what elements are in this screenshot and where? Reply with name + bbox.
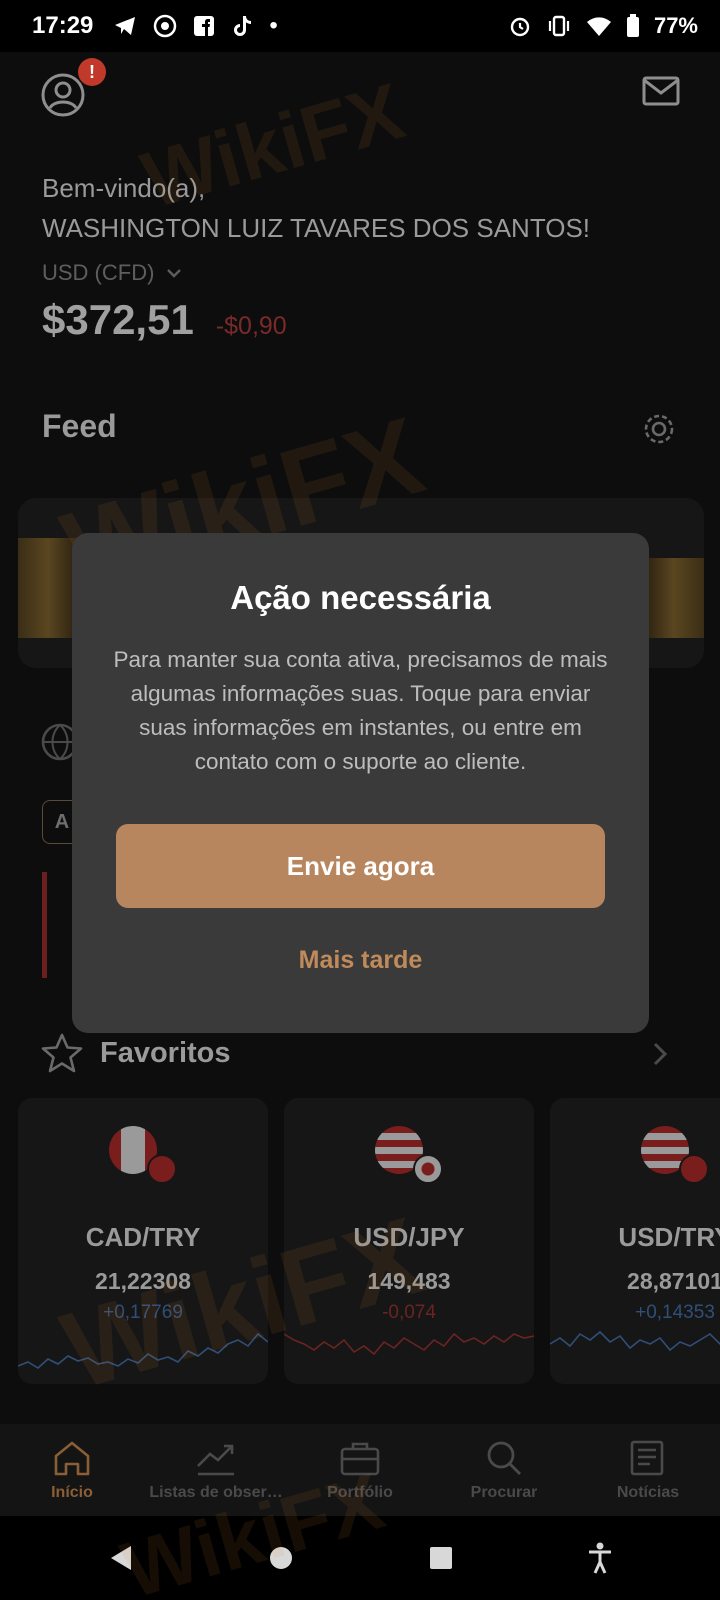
turkey-flag-icon (147, 1154, 177, 1184)
star-icon (41, 1033, 83, 1073)
alarm-icon (510, 17, 530, 37)
favorite-card-cad-try[interactable]: CAD/TRY 21,22308 +0,17769 (18, 1098, 268, 1384)
turkey-flag-icon (679, 1154, 709, 1184)
nav-item-home[interactable]: Início (0, 1424, 144, 1516)
welcome-message: Bem-vindo(a), WASHINGTON LUIZ TAVARES DO… (42, 168, 590, 248)
japan-flag-icon (413, 1154, 443, 1184)
nav-item-news[interactable]: Notícias (576, 1424, 720, 1516)
battery-icon (626, 14, 639, 37)
welcome-user-name: WASHINGTON LUIZ TAVARES DOS SANTOS! (42, 213, 591, 243)
welcome-greeting: Bem-vindo(a), (42, 173, 206, 203)
notification-icons: • (113, 12, 278, 40)
gold-bar-image (644, 558, 704, 638)
balance-change: -$0,90 (215, 312, 287, 340)
gear-icon[interactable] (642, 412, 676, 446)
facebook-icon (194, 16, 215, 36)
briefcase-icon (340, 1442, 380, 1476)
nav-item-portfolio[interactable]: Portfólio (288, 1424, 432, 1516)
dialog-message: Para manter sua conta ativa, precisamos … (113, 647, 608, 774)
telegram-icon (115, 17, 136, 35)
sparkline-chart (284, 1332, 534, 1356)
nav-label: Procurar (470, 1484, 538, 1501)
vibrate-icon (548, 15, 570, 37)
nav-label: Início (51, 1484, 93, 1501)
system-navigation-bar (0, 1516, 720, 1600)
pair-name: USD/JPY (353, 1222, 465, 1252)
favorites-carousel: CAD/TRY 21,22308 +0,17769 USD/JPY 149,48… (18, 1098, 720, 1384)
balance-amount: $372,51 (42, 296, 194, 343)
favorite-card-usd-jpy[interactable]: USD/JPY 149,483 -0,074 (284, 1098, 534, 1384)
nav-label: Notícias (616, 1484, 680, 1501)
news-icon (630, 1440, 664, 1476)
accessibility-icon[interactable] (587, 1542, 613, 1574)
nav-label: Listas de obser… (149, 1484, 283, 1501)
battery-percent: 77% (653, 13, 698, 38)
home-circle-icon[interactable] (268, 1545, 294, 1571)
chrome-icon (154, 14, 177, 38)
chevron-down-icon (167, 269, 182, 278)
wifi-icon (586, 17, 611, 36)
pair-price: 28,87101 (627, 1268, 720, 1294)
favorites-header[interactable]: Favoritos (40, 1032, 231, 1074)
pair-name: USD/TRY (618, 1222, 720, 1252)
pair-price: 149,483 (367, 1268, 451, 1294)
send-now-button[interactable]: Envie agora (116, 824, 605, 908)
status-time: 17:29 (32, 12, 94, 39)
sparkline-chart (18, 1332, 268, 1369)
chevron-right-icon[interactable] (650, 1040, 670, 1068)
top-bar: ! (40, 58, 680, 122)
feed-title: Feed (42, 408, 117, 444)
nav-item-search[interactable]: Procurar (432, 1424, 576, 1516)
system-icons: 77% (508, 13, 698, 39)
home-icon (54, 1441, 90, 1476)
favorite-card-usd-try[interactable]: USD/TRY 28,87101 +0,14353 (550, 1098, 720, 1384)
nav-item-watchlists[interactable]: Listas de obser… (144, 1424, 288, 1516)
bottom-navigation: Início Listas de obser… Portfólio Procur… (0, 1424, 720, 1516)
sparkline-chart (550, 1330, 720, 1352)
account-balance: $372,51 -$0,90 (42, 296, 287, 344)
pair-name: CAD/TRY (85, 1222, 201, 1252)
account-currency-selector[interactable]: USD (CFD) (42, 260, 182, 286)
gold-bars-image (18, 538, 78, 638)
mail-icon[interactable] (642, 76, 680, 106)
action-required-dialog: Ação necessária Para manter sua conta at… (72, 533, 649, 1033)
negative-indicator-bar (42, 872, 47, 978)
recents-icon[interactable] (428, 1545, 454, 1571)
pair-price: 21,22308 (95, 1268, 191, 1294)
more-notifications-dot: • (269, 12, 278, 39)
later-button[interactable]: Mais tarde (72, 946, 649, 975)
account-currency-label: USD (CFD) (42, 260, 155, 285)
nav-label: Portfólio (327, 1484, 393, 1501)
favorites-title: Favoritos (100, 1036, 231, 1069)
status-bar: 17:29 • 77% (0, 0, 720, 52)
search-icon (487, 1441, 522, 1476)
chart-trend-icon (197, 1444, 234, 1476)
tiktok-icon (234, 16, 252, 36)
back-icon[interactable] (107, 1543, 135, 1573)
dialog-title: Ação necessária (230, 579, 491, 616)
alert-badge[interactable]: ! (78, 58, 106, 86)
